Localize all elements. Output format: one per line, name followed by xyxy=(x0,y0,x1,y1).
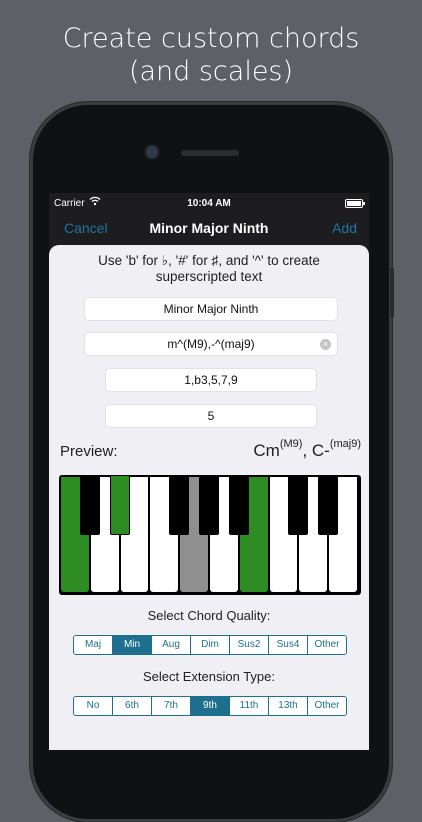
preview-label: Preview: xyxy=(60,443,118,460)
quality-option-sus2[interactable]: Sus2 xyxy=(229,636,268,654)
battery-icon xyxy=(345,199,365,208)
piano-black-key[interactable] xyxy=(109,475,130,535)
extension-option-11th[interactable]: 11th xyxy=(229,697,268,715)
piano-black-key[interactable] xyxy=(79,475,100,535)
piano-black-key[interactable] xyxy=(199,475,219,535)
quality-option-maj[interactable]: Maj xyxy=(74,636,112,654)
promo-header: Create custom chords (and scales) xyxy=(0,22,422,88)
chord-quality-selector[interactable]: Maj Min Aug Dim Sus2 Sus4 Other xyxy=(73,635,347,655)
promo-title-line1: Create custom chords xyxy=(62,23,360,54)
preview-base: Cm xyxy=(253,441,280,460)
side-button xyxy=(390,268,394,318)
chord-editor-sheet: Use 'b' for ♭, '#' for ♯, and '^' to cre… xyxy=(49,245,369,750)
piano-black-key[interactable] xyxy=(228,475,249,535)
phone-screen: Carrier 10:04 AM Cancel Minor Major Nint… xyxy=(49,193,369,750)
extension-option-other[interactable]: Other xyxy=(307,697,346,715)
chord-symbol-value: m^(M9),-^(maj9) xyxy=(167,337,255,351)
preview-superscript-1: (M9) xyxy=(279,438,303,450)
status-time: 10:04 AM xyxy=(187,198,231,209)
extension-option-9th[interactable]: 9th xyxy=(190,697,229,715)
quality-option-min[interactable]: Min xyxy=(112,636,151,654)
nav-title: Minor Major Ninth xyxy=(149,220,269,236)
add-button[interactable]: Add xyxy=(332,220,357,236)
earpiece-speaker xyxy=(181,150,239,156)
extension-type-label: Select Extension Type: xyxy=(142,669,275,684)
piano-black-key[interactable] xyxy=(318,475,339,535)
instructions-text: Use 'b' for ♭, '#' for ♯, and '^' to cre… xyxy=(98,253,320,284)
extension-option-no[interactable]: No xyxy=(74,697,112,715)
intervals-field[interactable]: 1,b3,5,7,9 xyxy=(105,368,317,392)
extension-option-13th[interactable]: 13th xyxy=(268,697,307,715)
extension-type-selector[interactable]: No 6th 7th 9th 11th 13th Other xyxy=(73,696,347,716)
extension-option-7th[interactable]: 7th xyxy=(151,697,190,715)
quality-option-other[interactable]: Other xyxy=(307,636,346,654)
extension-option-6th[interactable]: 6th xyxy=(112,697,151,715)
promo-title-line2: (and scales) xyxy=(128,56,294,87)
preview-chord-symbol: Cm(M9), C-(maj9) xyxy=(253,438,361,461)
preview-separator: , C- xyxy=(302,441,330,460)
quality-option-aug[interactable]: Aug xyxy=(151,636,190,654)
note-count-field[interactable]: 5 xyxy=(105,404,317,428)
piano-keyboard[interactable] xyxy=(59,475,361,595)
preview-superscript-2: (maj9) xyxy=(329,438,361,450)
chord-symbol-field[interactable]: m^(M9),-^(maj9) × xyxy=(84,332,338,356)
front-camera-icon xyxy=(146,146,158,158)
piano-black-key[interactable] xyxy=(169,475,190,535)
chord-quality-label: Select Chord Quality: xyxy=(147,608,271,623)
clear-icon[interactable]: × xyxy=(320,339,331,350)
status-bar: Carrier 10:04 AM xyxy=(49,193,369,213)
piano-black-key[interactable] xyxy=(288,475,309,535)
navigation-bar: Cancel Minor Major Ninth Add xyxy=(49,213,369,243)
quality-option-sus4[interactable]: Sus4 xyxy=(268,636,307,654)
chord-name-field[interactable]: Minor Major Ninth xyxy=(84,297,338,321)
quality-option-dim[interactable]: Dim xyxy=(190,636,229,654)
